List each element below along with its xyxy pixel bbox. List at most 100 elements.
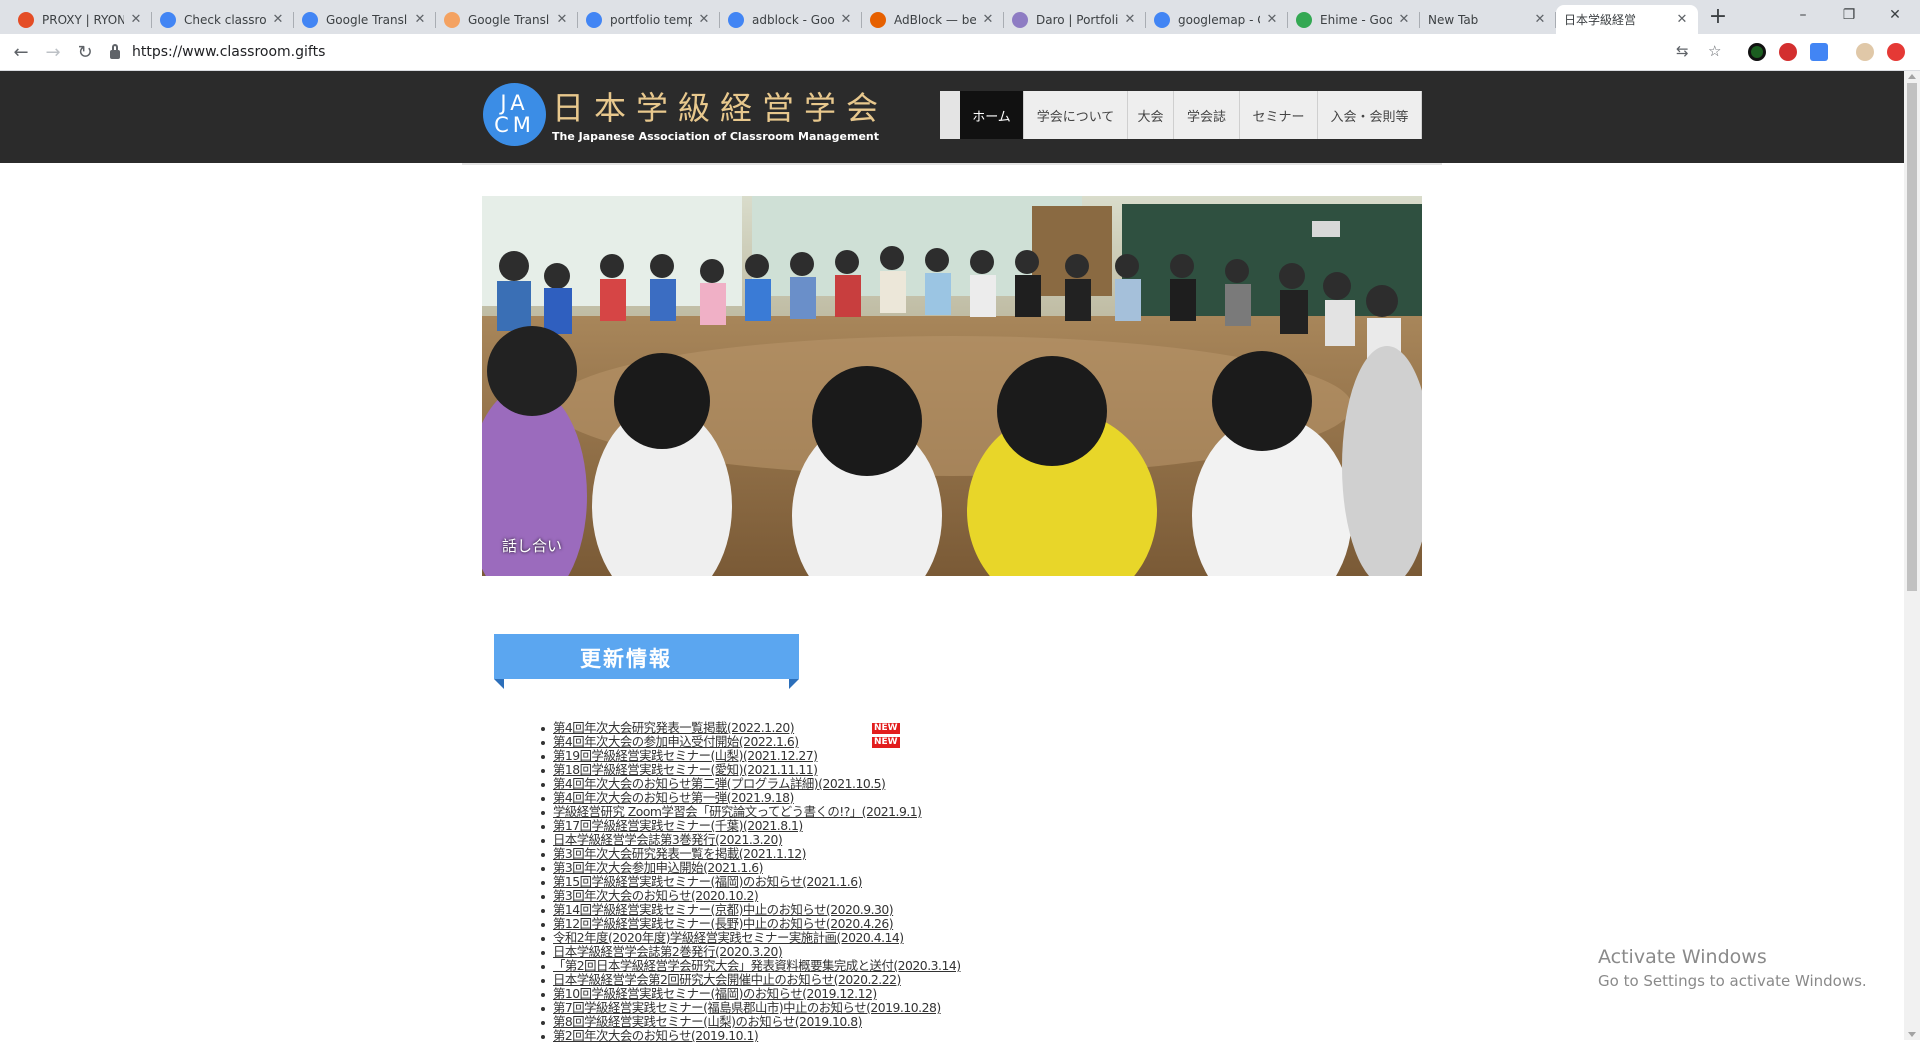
browser-tab[interactable]: 日本学級経営 ✕	[1556, 5, 1698, 34]
site-title[interactable]: 日本学級経営学会	[552, 83, 888, 129]
bookmark-star-icon[interactable]: ☆	[1708, 42, 1721, 60]
scroll-thumb[interactable]	[1907, 83, 1917, 591]
tab-strip: PROXY | RYON ✕ Check classro ✕ Google Transl…	[0, 0, 1920, 34]
news-item: 日本学級経営学会誌第3巻発行(2021.3.20)	[541, 832, 1073, 847]
update-alert-icon[interactable]	[1887, 43, 1905, 61]
browser-tab[interactable]: Ehime - Googl ✕	[1288, 5, 1420, 34]
nav-item[interactable]: 入会・会則等	[1318, 91, 1422, 139]
browser-tab[interactable]: New Tab ✕	[1420, 5, 1556, 34]
news-link[interactable]: 第4回年次大会のお知らせ第二弾(プログラム詳細)(2021.10.5)	[553, 776, 886, 791]
news-link[interactable]: 第18回学級経営実践セミナー(愛知)(2021.11.11)	[553, 762, 818, 777]
news-link[interactable]: 第7回学級経営実践セミナー(福島県郡山市)中止のお知らせ(2019.10.28)	[553, 1000, 941, 1015]
news-item: 第17回学級経営実践セミナー(千葉)(2021.8.1)	[541, 818, 1073, 833]
browser-tab[interactable]: AdBlock — be ✕	[862, 5, 1004, 34]
tab-close-icon[interactable]: ✕	[696, 12, 712, 27]
news-link[interactable]: 第17回学級経営実践セミナー(千葉)(2021.8.1)	[553, 818, 803, 833]
news-link[interactable]: 第3回年次大会のお知らせ(2020.10.2)	[553, 888, 759, 903]
news-link[interactable]: 第8回学級経営実践セミナー(山梨)のお知らせ(2019.10.8)	[553, 1014, 862, 1029]
nav-item[interactable]: 学会について	[1024, 91, 1128, 139]
nav-item[interactable]: 大会	[1128, 91, 1174, 139]
url-text: https://www.classroom.gifts	[132, 44, 326, 60]
tab-close-icon[interactable]: ✕	[1264, 12, 1280, 27]
tab-close-icon[interactable]: ✕	[1674, 12, 1690, 27]
logo-mark[interactable]: JA CM	[483, 83, 546, 146]
news-link[interactable]: 第19回学級経営実践セミナー(山梨)(2021.12.27)	[553, 748, 818, 763]
firefox-icon	[870, 11, 886, 28]
browser-toolbar: ← → ↻ https://www.classroom.gifts ⇆ ☆	[0, 34, 1920, 71]
tab-close-icon[interactable]: ✕	[270, 12, 286, 27]
tab-close-icon[interactable]: ✕	[128, 12, 144, 27]
news-link[interactable]: 日本学級経営学会誌第3巻発行(2021.3.20)	[553, 832, 783, 847]
maps-pin-icon	[1296, 11, 1312, 28]
news-link[interactable]: 第4回年次大会研究発表一覧掲載(2022.1.20)	[553, 720, 795, 735]
news-link[interactable]: 第4回年次大会のお知らせ第一弾(2021.9.18)	[553, 790, 794, 805]
news-list: 第4回年次大会研究発表一覧掲載(2022.1.20) NEW 第4回年次大会の参加申…	[541, 720, 1073, 1043]
news-link[interactable]: 第14回学級経営実践セミナー(京都)中止のお知らせ(2020.9.30)	[553, 902, 894, 917]
nav-item[interactable]: ホーム	[960, 91, 1024, 139]
tab-close-icon[interactable]: ✕	[412, 12, 428, 27]
news-item: 「第2回日本学級経営学会研究大会」発表資料概要集完成と送付(2020.3.14)	[541, 958, 1073, 973]
news-item: 第15回学級経営実践セミナー(福岡)のお知らせ(2021.1.6)	[541, 874, 1073, 889]
news-item: 第3回年次大会研究発表一覧を掲載(2021.1.12)	[541, 846, 1073, 861]
page-scrollbar[interactable]	[1904, 71, 1920, 1040]
nav-item[interactable]: 学会誌	[1174, 91, 1240, 139]
browser-tab[interactable]: Daro | Portfoli ✕	[1004, 5, 1146, 34]
scroll-down-icon[interactable]	[1908, 1032, 1916, 1037]
news-item: 第8回学級経営実践セミナー(山梨)のお知らせ(2019.10.8)	[541, 1014, 1073, 1029]
address-bar[interactable]: https://www.classroom.gifts	[110, 38, 1710, 66]
news-link[interactable]: 「第2回日本学級経営学会研究大会」発表資料概要集完成と送付(2020.3.14)	[553, 958, 961, 973]
news-link[interactable]: 第4回年次大会の参加申込受付開始(2022.1.6)	[553, 734, 799, 749]
news-link[interactable]: 第12回学級経営実践セミナー(長野)中止のお知らせ(2020.4.26)	[553, 916, 894, 931]
news-item: 第7回学級経営実践セミナー(福島県郡山市)中止のお知らせ(2019.10.28)	[541, 1000, 1073, 1015]
tab-close-icon[interactable]: ✕	[838, 12, 854, 27]
news-link[interactable]: 日本学級経営学会誌第2巻発行(2020.3.20)	[553, 944, 783, 959]
news-link[interactable]: 第2回年次大会のお知らせ(2019.10.1)	[553, 1028, 759, 1043]
sheets-icon	[444, 11, 460, 28]
tab-close-icon[interactable]: ✕	[1532, 12, 1548, 27]
scroll-up-icon[interactable]	[1908, 74, 1916, 79]
news-item: 第2回年次大会のお知らせ(2019.10.1)	[541, 1028, 1073, 1043]
news-link[interactable]: 日本学級経営学会第2回研究大会開催中止のお知らせ(2020.2.22)	[553, 972, 901, 987]
translate-page-icon[interactable]: ⇆	[1676, 42, 1689, 60]
new-badge: NEW	[872, 723, 900, 734]
reload-button[interactable]: ↻	[72, 40, 98, 66]
forward-button[interactable]: →	[40, 40, 66, 66]
tab-close-icon[interactable]: ✕	[1122, 12, 1138, 27]
new-tab-button[interactable]: +	[1706, 6, 1730, 30]
tab-title: 日本学級経営	[1564, 13, 1637, 27]
close-window-button[interactable]: ✕	[1872, 2, 1918, 28]
news-item: 第3回年次大会のお知らせ(2020.10.2)	[541, 888, 1073, 903]
banner-fold-left	[494, 679, 504, 689]
browser-tab[interactable]: Check classro ✕	[152, 5, 294, 34]
minimize-button[interactable]: –	[1780, 2, 1826, 28]
back-button[interactable]: ←	[8, 40, 34, 66]
extension-opera-icon[interactable]	[1779, 43, 1797, 61]
news-link[interactable]: 令和2年度(2020年度)学級経営実践セミナー実施計画(2020.4.14)	[553, 930, 904, 945]
news-item: 第4回年次大会研究発表一覧掲載(2022.1.20) NEW	[541, 720, 1073, 735]
google-g-icon	[586, 11, 602, 28]
browser-tab[interactable]: googlemap - G ✕	[1146, 5, 1288, 34]
extension-vpn-icon[interactable]	[1748, 43, 1766, 61]
site-subtitle: The Japanese Association of Classroom Ma…	[552, 130, 880, 143]
profile-avatar-icon[interactable]	[1856, 43, 1874, 61]
hero-caption: 話し合い	[502, 537, 563, 555]
browser-tab[interactable]: adblock - Goo ✕	[720, 5, 862, 34]
browser-tab[interactable]: PROXY | RYON ✕	[10, 5, 152, 34]
news-link[interactable]: 第3回年次大会研究発表一覧を掲載(2021.1.12)	[553, 846, 806, 861]
browser-tab[interactable]: Google Transl ✕	[294, 5, 436, 34]
restore-button[interactable]: ❐	[1826, 2, 1872, 28]
news-link[interactable]: 第3回年次大会参加申込開始(2021.1.6)	[553, 860, 763, 875]
browser-tab[interactable]: portfolio temp ✕	[578, 5, 720, 34]
news-link[interactable]: 第15回学級経営実践セミナー(福岡)のお知らせ(2021.1.6)	[553, 874, 862, 889]
tab-close-icon[interactable]: ✕	[554, 12, 570, 27]
news-link[interactable]: 学級経営研究 Zoom学習会「研究論文ってどう書くの!?」(2021.9.1)	[553, 804, 922, 819]
section-title: 更新情報	[580, 647, 672, 671]
tab-title: New Tab	[1428, 12, 1479, 27]
news-link[interactable]: 第10回学級経営実践セミナー(福岡)のお知らせ(2019.12.12)	[553, 986, 877, 1001]
tab-close-icon[interactable]: ✕	[1396, 12, 1412, 27]
nav-item[interactable]: セミナー	[1240, 91, 1318, 139]
browser-tab[interactable]: Google Transl ✕	[436, 5, 578, 34]
lock-icon	[110, 43, 120, 59]
tab-close-icon[interactable]: ✕	[980, 12, 996, 27]
extension-translate-icon[interactable]	[1810, 43, 1828, 61]
